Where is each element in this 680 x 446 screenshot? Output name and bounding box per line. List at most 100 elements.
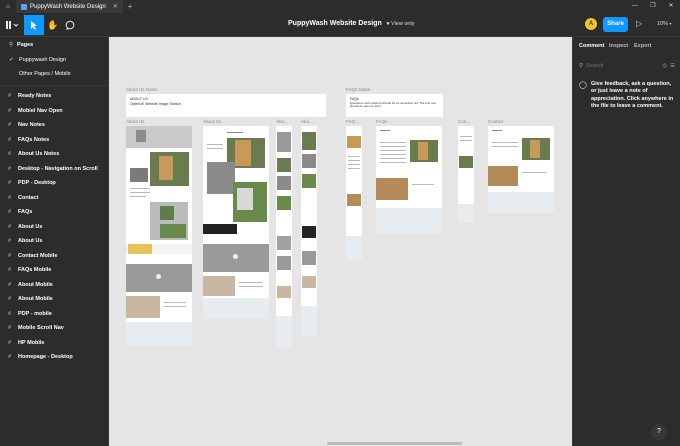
frame-label-contact[interactable]: Contact (488, 119, 504, 124)
frame-label-contact-mobile[interactable]: Con... (458, 119, 470, 124)
layer-item[interactable]: # About Mobile (8, 282, 53, 288)
layer-item[interactable]: # About Us Notes (8, 151, 59, 157)
search-icon[interactable]: ⚲ (9, 42, 13, 48)
layer-label: Desktop - Navigation on Scroll (18, 165, 98, 172)
text-line (380, 146, 406, 147)
frame-image (302, 154, 316, 168)
tab-file[interactable]: PuppyWash Website Design ✕ (16, 0, 123, 13)
tab-export[interactable]: Export (634, 43, 651, 49)
frame-about-us-desktop-1[interactable] (126, 126, 192, 345)
minimize-icon[interactable]: — (626, 0, 644, 13)
help-button[interactable]: ? (651, 424, 667, 440)
layer-item[interactable]: # About Mobile (8, 296, 53, 302)
layer-item[interactable]: # HP Mobile (8, 340, 45, 346)
frame-image (128, 244, 152, 254)
layer-item[interactable]: # FAQs (8, 209, 32, 215)
text-line (164, 306, 186, 307)
frame-about-mobile-1[interactable] (276, 126, 292, 348)
text-line (239, 286, 263, 287)
layer-item[interactable]: # PDP - mobile (8, 311, 52, 317)
layer-item[interactable]: # About Us (8, 224, 42, 230)
frame-label-about-mobile-1[interactable]: Abo... (276, 119, 288, 124)
layer-item[interactable]: # FAQs Mobile (8, 267, 51, 273)
layer-item[interactable]: # Nav Notes (8, 122, 45, 128)
layer-item[interactable]: # Homepage - Desktop (8, 354, 73, 360)
layer-item[interactable]: # Contact Mobile (8, 253, 57, 259)
layer-item[interactable]: # PDP - Desktop (8, 180, 56, 186)
text-line (227, 132, 243, 133)
layer-item[interactable]: # FAQs Notes (8, 137, 49, 143)
maximize-icon[interactable]: ❐ (644, 0, 662, 13)
layer-label: Contact (18, 194, 39, 201)
frame-label-about-us-2[interactable]: About Us (203, 119, 222, 124)
move-tool-icon[interactable] (24, 15, 44, 35)
frame-faqs-desktop[interactable] (376, 126, 442, 233)
page-spacer (9, 71, 15, 77)
avatar[interactable]: A (585, 18, 597, 30)
layer-label: FAQs (18, 209, 33, 215)
tab-label: PuppyWash Website Design (30, 3, 106, 10)
settings-icon[interactable]: ☰ (670, 63, 675, 69)
frame-icon: # (8, 339, 12, 346)
page-other-pages-mobile[interactable]: Other Pages / Mobile (9, 71, 71, 77)
layer-label: FAQs Notes (18, 136, 50, 143)
text-line (492, 130, 502, 131)
frame-footer (276, 316, 292, 348)
tab-inspect[interactable]: Inspect (609, 43, 628, 49)
close-window-icon[interactable]: ✕ (662, 0, 680, 13)
frame-image (347, 194, 361, 206)
note-about-us[interactable]: ABOUT US OptimizE Website Image Section (126, 94, 326, 117)
search-input[interactable] (586, 63, 642, 69)
frame-about-us-desktop-2[interactable] (203, 126, 269, 319)
frame-label-about-us-1[interactable]: About Us (126, 119, 145, 124)
text-line (492, 142, 518, 143)
layer-item[interactable]: # About Us (8, 238, 42, 244)
frame-label-about-notes[interactable]: About Us Notes (126, 87, 158, 92)
close-tab-icon[interactable]: ✕ (113, 3, 118, 10)
frame-label-about-mobile-2[interactable]: Abo... (301, 119, 313, 124)
frame-icon: # (8, 165, 12, 172)
frame-contact-desktop[interactable] (488, 126, 554, 213)
page-puppywash-design[interactable]: ✓ Puppywash Design (9, 57, 66, 63)
frame-image (136, 130, 146, 142)
frame-footer (203, 298, 269, 319)
design-canvas[interactable]: About Us Notes ABOUT US OptimizE Website… (109, 37, 572, 446)
layer-item[interactable]: # Desktop - Navigation on Scroll (8, 166, 98, 172)
present-play-icon[interactable]: ▷ (636, 19, 642, 28)
text-line (207, 144, 223, 145)
share-button[interactable]: Share (603, 17, 628, 32)
frame-label-faqs-mobile[interactable]: FAQ... (346, 119, 359, 124)
pages-header[interactable]: ⚲ Pages (9, 42, 33, 48)
frame-image (347, 136, 361, 148)
frame-label-faqs-notes[interactable]: FAQs Notes (346, 87, 370, 92)
horizontal-scrollbar[interactable] (327, 442, 462, 445)
note-faqs[interactable]: FAQs Questions and answers should be an … (346, 94, 443, 117)
zoom-control[interactable]: 10% ▾ (657, 21, 672, 27)
file-title[interactable]: PuppyWash Website Design ▾ (288, 20, 389, 27)
layer-item[interactable]: # Contact (8, 195, 38, 201)
layer-item[interactable]: # Mobile Scroll Nav (8, 325, 64, 331)
chevron-down-icon[interactable]: ▾ (387, 21, 390, 27)
layer-item[interactable]: # Mobiel Nav Open (8, 108, 63, 114)
frame-about-mobile-2[interactable] (301, 126, 317, 336)
frame-image (277, 158, 291, 172)
frame-image (235, 140, 251, 166)
frame-label-faqs[interactable]: FAQs (376, 119, 387, 124)
frame-icon: # (8, 267, 12, 273)
new-tab-icon[interactable]: + (128, 2, 133, 11)
tab-bar: ⌂ PuppyWash Website Design ✕ + — ❐ ✕ (0, 0, 680, 13)
home-icon[interactable]: ⌂ (0, 0, 16, 13)
layer-label: PDP - Desktop (18, 180, 56, 186)
frame-image (277, 236, 291, 250)
frame-icon: # (8, 151, 12, 157)
layer-item[interactable]: # Ready Notes (8, 93, 51, 99)
tab-comment[interactable]: Comment (579, 43, 604, 49)
main-menu-icon[interactable] (3, 15, 21, 35)
frame-contact-mobile[interactable] (458, 126, 474, 222)
view-only-badge: View only (391, 21, 415, 27)
frame-faqs-mobile[interactable] (346, 126, 362, 260)
filter-icon[interactable]: ◎ (662, 63, 667, 69)
layer-label: Contact Mobile (18, 252, 58, 259)
frame-icon: # (8, 238, 12, 244)
comment-tool-icon[interactable] (60, 15, 80, 35)
